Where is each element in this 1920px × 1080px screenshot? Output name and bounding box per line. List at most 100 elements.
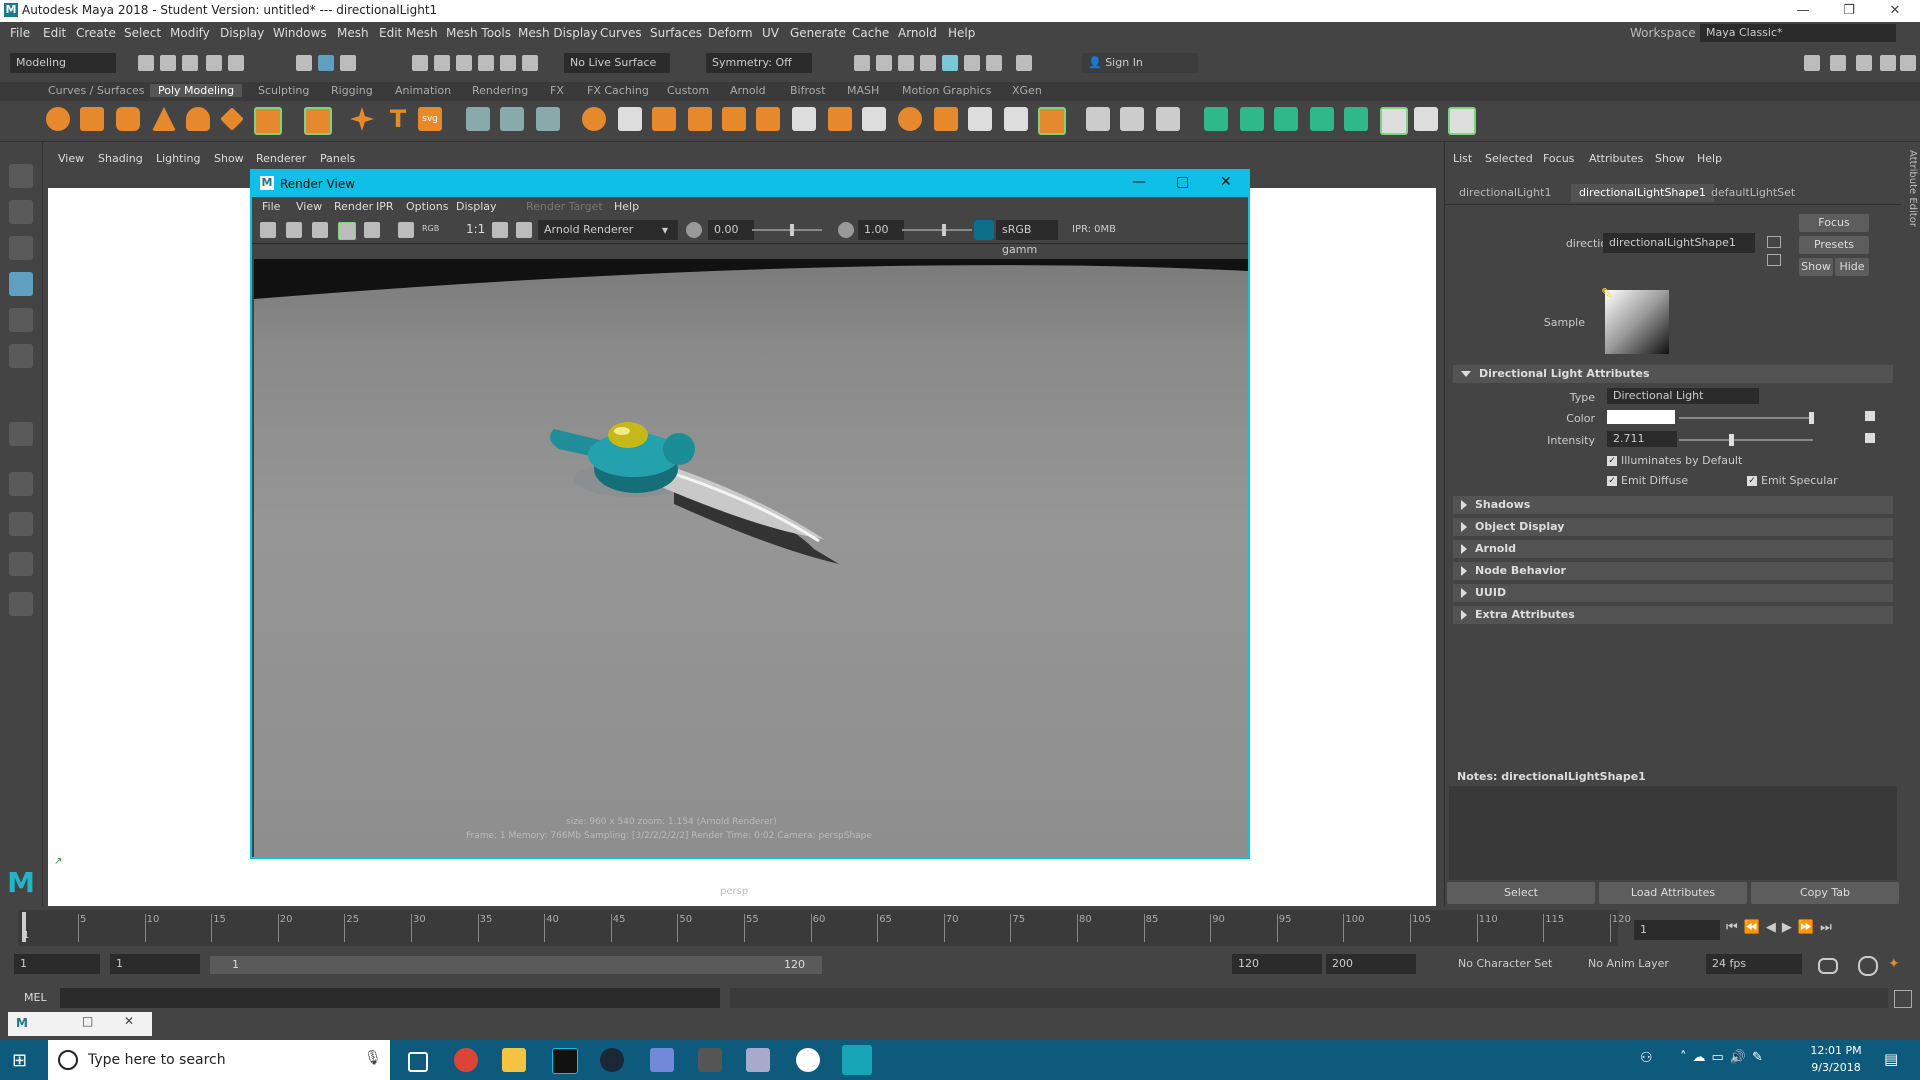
refresh-ipr-icon[interactable] bbox=[364, 222, 380, 238]
render-view-icon[interactable] bbox=[920, 55, 936, 71]
auto-key-icon[interactable] bbox=[1858, 956, 1878, 976]
menu-mesh-display[interactable]: Mesh Display bbox=[518, 26, 598, 40]
tab-poly-modeling[interactable]: Poly Modeling bbox=[150, 84, 243, 97]
menu-uv[interactable]: UV bbox=[762, 26, 779, 40]
mode-dropdown[interactable]: Modeling bbox=[10, 53, 116, 73]
counter-icon[interactable] bbox=[536, 107, 560, 131]
vp-menu-panels[interactable]: Panels bbox=[320, 152, 355, 165]
show-button[interactable]: Show bbox=[1799, 258, 1833, 276]
lasso-tool-icon[interactable] bbox=[9, 200, 33, 224]
color-slider[interactable] bbox=[1679, 412, 1814, 424]
symmetry-dropdown[interactable]: Symmetry: Off bbox=[706, 53, 812, 73]
loop-icon[interactable] bbox=[1818, 958, 1838, 974]
character-set-dropdown[interactable]: No Character Set bbox=[1452, 954, 1568, 974]
ae-menu-list[interactable]: List bbox=[1453, 152, 1472, 165]
copy-tab-button[interactable]: Copy Tab bbox=[1751, 882, 1899, 904]
vp-menu-lighting[interactable]: Lighting bbox=[156, 152, 200, 165]
channel-box-icon[interactable] bbox=[1900, 55, 1916, 71]
menu-curves[interactable]: Curves bbox=[600, 26, 642, 40]
penguin-app-icon[interactable] bbox=[796, 1048, 820, 1072]
vp-menu-show[interactable]: Show bbox=[214, 152, 244, 165]
snap-grid-icon[interactable] bbox=[412, 55, 428, 71]
tab-curves-surfaces[interactable]: Curves / Surfaces bbox=[48, 84, 145, 97]
poly-torus-icon[interactable] bbox=[186, 107, 210, 131]
arnold-render-icon[interactable] bbox=[986, 55, 1002, 71]
scene-start-field[interactable]: 1 bbox=[14, 954, 100, 974]
poly-platonic-icon[interactable] bbox=[304, 107, 332, 135]
poly-plane-icon[interactable] bbox=[220, 107, 244, 131]
tab-motion-graphics[interactable]: Motion Graphics bbox=[902, 84, 991, 97]
bridge-icon[interactable] bbox=[792, 107, 816, 131]
snap-curve-icon[interactable] bbox=[434, 55, 450, 71]
map-button-icon[interactable] bbox=[1865, 411, 1875, 421]
menu-generate[interactable]: Generate bbox=[790, 26, 846, 40]
menu-display[interactable]: Display bbox=[220, 26, 264, 40]
uv-cut-icon[interactable] bbox=[1310, 107, 1334, 131]
rv-close-button[interactable]: ✕ bbox=[1220, 174, 1232, 190]
presets-button[interactable]: Presets bbox=[1799, 236, 1869, 254]
sculpt-icon[interactable] bbox=[466, 107, 490, 131]
emit-specular-checkbox[interactable]: ✓ Emit Specular bbox=[1747, 474, 1838, 487]
combine-icon[interactable] bbox=[582, 107, 606, 131]
rv-maximize-button[interactable]: □ bbox=[1176, 174, 1189, 190]
fps-dropdown[interactable]: 24 fps bbox=[1706, 954, 1802, 974]
live-surface-field[interactable]: No Live Surface bbox=[564, 53, 670, 73]
move-tool-icon[interactable] bbox=[9, 272, 33, 296]
app-icon[interactable] bbox=[746, 1048, 770, 1072]
collapse-icon[interactable] bbox=[1004, 107, 1028, 131]
color-management-icon[interactable] bbox=[974, 220, 994, 240]
single-perspective-icon[interactable] bbox=[9, 472, 33, 496]
uv-grid-icon[interactable] bbox=[1380, 107, 1408, 135]
smooth-icon[interactable] bbox=[652, 107, 676, 131]
tab-custom[interactable]: Custom bbox=[667, 84, 709, 97]
menu-modify[interactable]: Modify bbox=[170, 26, 210, 40]
rv-menu-render-target[interactable]: Render Target bbox=[526, 200, 603, 213]
workspace-dropdown[interactable]: Maya Classic* bbox=[1700, 24, 1896, 42]
poly-cone-icon[interactable] bbox=[152, 107, 176, 131]
menu-edit-mesh[interactable]: Edit Mesh bbox=[379, 26, 438, 40]
tab-fx-caching[interactable]: FX Caching bbox=[587, 84, 649, 97]
two-view-icon[interactable] bbox=[9, 552, 33, 576]
undo-icon[interactable] bbox=[206, 55, 222, 71]
microphone-icon[interactable]: 🎙 bbox=[364, 1050, 382, 1066]
close-button[interactable]: ✕ bbox=[1872, 0, 1918, 22]
snapshot-icon[interactable] bbox=[312, 222, 328, 238]
snap-view-icon[interactable] bbox=[478, 55, 494, 71]
playback-end-field[interactable]: 120 bbox=[1232, 954, 1322, 974]
outliner-icon[interactable] bbox=[9, 592, 33, 616]
tab-bifrost[interactable]: Bifrost bbox=[790, 84, 826, 97]
rotate-tool-icon[interactable] bbox=[9, 308, 33, 332]
modeling-toolkit-icon[interactable] bbox=[1804, 55, 1820, 71]
tab-fx[interactable]: FX bbox=[550, 84, 564, 97]
render-current-icon[interactable] bbox=[876, 55, 892, 71]
attribute-editor-toggle-icon[interactable] bbox=[1856, 55, 1872, 71]
select-tool-icon[interactable] bbox=[9, 164, 33, 188]
four-view-icon[interactable] bbox=[9, 512, 33, 536]
rv-menu-ipr[interactable]: IPR bbox=[376, 200, 394, 213]
ae-menu-focus[interactable]: Focus bbox=[1543, 152, 1574, 165]
tab-mash[interactable]: MASH bbox=[847, 84, 879, 97]
ae-menu-help[interactable]: Help bbox=[1697, 152, 1722, 165]
file-explorer-icon[interactable] bbox=[502, 1048, 526, 1072]
clock-time[interactable]: 12:01 PM bbox=[1806, 1044, 1866, 1057]
mirror-icon[interactable] bbox=[722, 107, 746, 131]
render-region-icon[interactable] bbox=[286, 222, 302, 238]
pause-icon[interactable] bbox=[1016, 55, 1032, 71]
section-node-behavior[interactable]: Node Behavior bbox=[1453, 562, 1893, 580]
pick-walk-icon[interactable] bbox=[500, 107, 524, 131]
poly-cylinder-icon[interactable] bbox=[116, 107, 140, 131]
ae-tab-default-light-set[interactable]: defaultLightSet bbox=[1703, 184, 1803, 202]
poly-type-icon[interactable]: T bbox=[386, 107, 410, 131]
open-scene-icon[interactable] bbox=[160, 55, 176, 71]
tab-animation[interactable]: Animation bbox=[395, 84, 451, 97]
render-sequence-icon[interactable] bbox=[964, 55, 980, 71]
uv-transform-icon[interactable] bbox=[1414, 107, 1438, 131]
color-space-field[interactable]: sRGB gamm bbox=[996, 220, 1058, 256]
exposure-slider[interactable] bbox=[752, 224, 822, 236]
people-icon[interactable]: ⚇ bbox=[1640, 1050, 1653, 1066]
section-directional-light-attributes[interactable]: Directional Light Attributes bbox=[1453, 365, 1893, 383]
snap-surface-icon[interactable] bbox=[500, 55, 516, 71]
tool-settings-icon[interactable] bbox=[1880, 55, 1896, 71]
ae-menu-selected[interactable]: Selected bbox=[1485, 152, 1533, 165]
section-shadows[interactable]: Shadows bbox=[1453, 496, 1893, 514]
